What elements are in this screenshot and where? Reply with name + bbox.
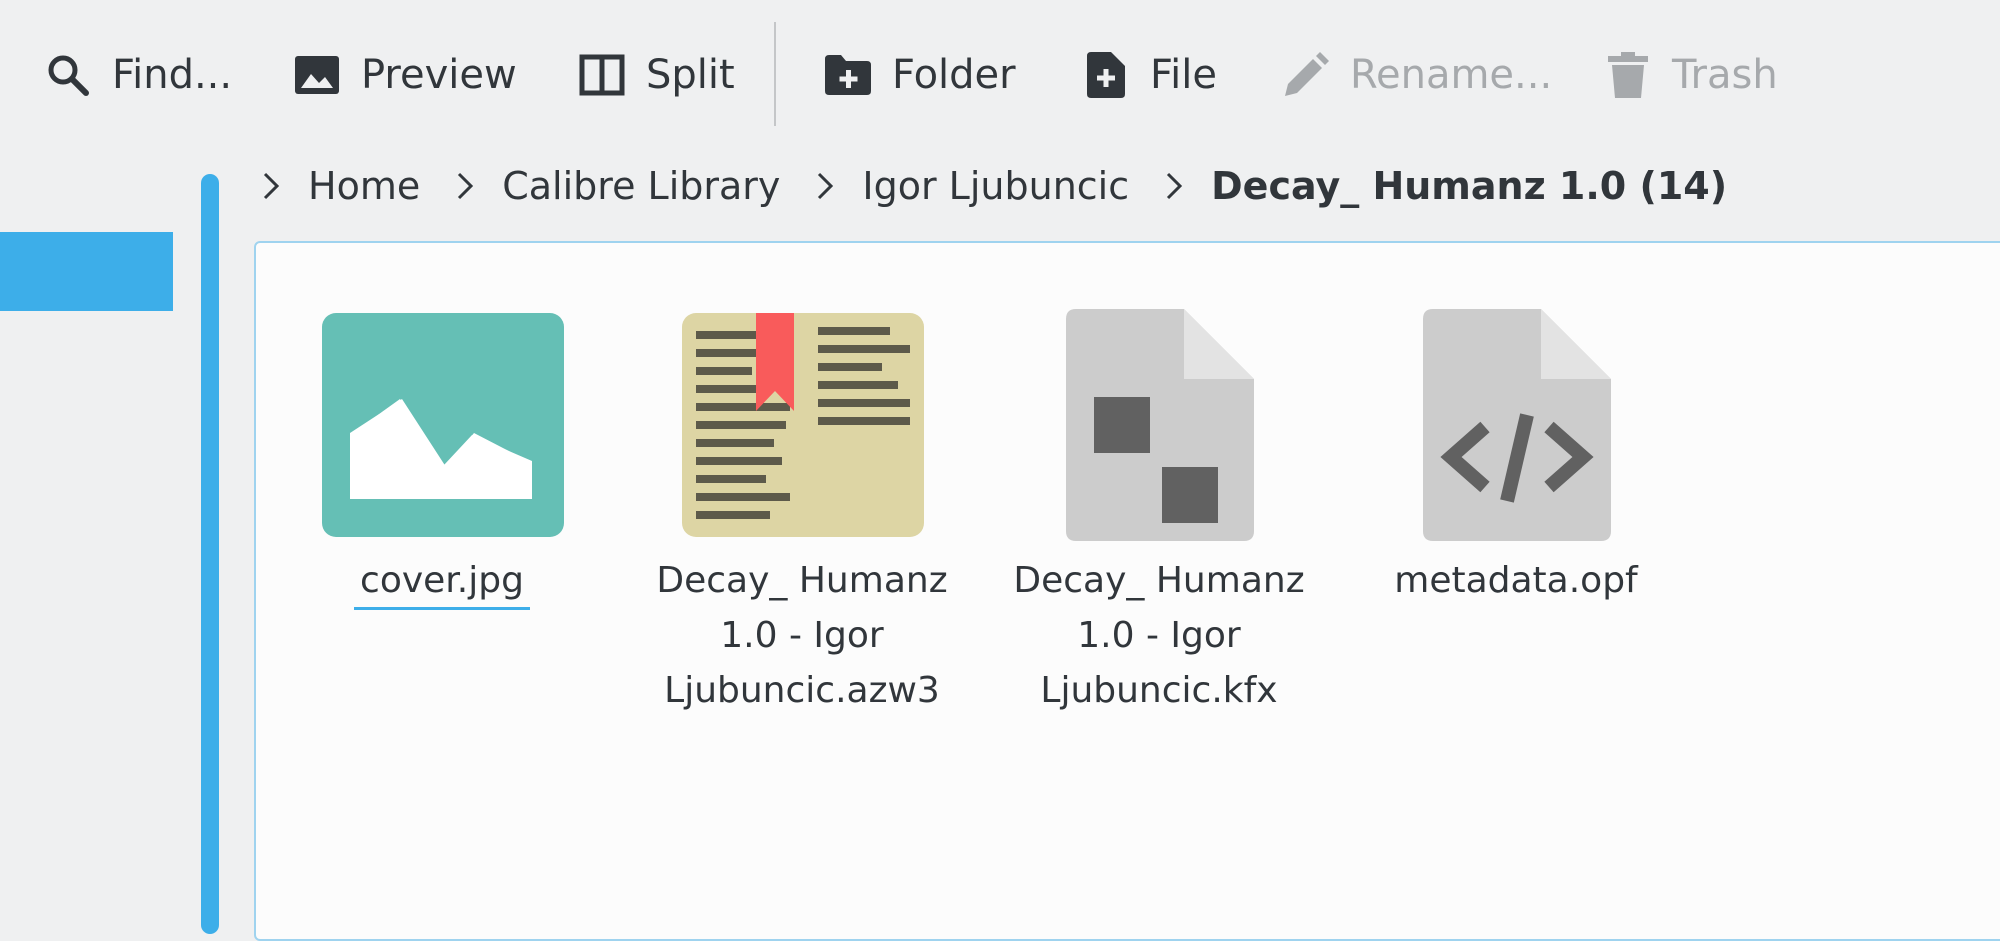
file-name: metadata.opf [1394,560,1638,601]
file-item[interactable]: metadata.opf [1356,303,1676,608]
trash-icon [1604,51,1652,99]
find-button-label: Find... [112,52,233,98]
preview-button-label: Preview [361,52,517,98]
file-name: Decay_ Humanz 1.0 - Igor Ljubuncic.azw3 [656,560,948,711]
code-file-icon [1356,303,1676,543]
split-button[interactable]: Split [578,40,735,110]
ebook-file-icon [642,303,962,543]
new-file-button-label: File [1150,52,1217,98]
split-button-label: Split [646,52,735,98]
trash-button[interactable]: Trash [1604,40,1778,110]
chevron-right-icon [262,167,284,205]
chevron-right-icon [1165,167,1187,205]
new-file-icon [1082,51,1130,99]
generic-file-icon [999,303,1319,543]
file-view[interactable]: cover.jpg Decay_ Humanz 1.0 - Igor Ljubu… [254,241,2000,941]
toolbar: Find... Preview Split Folder File Rename… [0,0,2000,150]
breadcrumb-item-current[interactable]: Decay_ Humanz 1.0 (14) [1211,164,1727,208]
preview-button[interactable]: Preview [293,40,517,110]
breadcrumb-item-home[interactable]: Home [308,164,420,208]
chevron-right-icon [816,167,838,205]
trash-button-label: Trash [1672,52,1778,98]
chevron-right-icon [456,167,478,205]
file-item[interactable]: Decay_ Humanz 1.0 - Igor Ljubuncic.kfx [999,303,1319,718]
new-file-button[interactable]: File [1082,40,1217,110]
image-file-icon [282,303,602,543]
search-icon [44,51,92,99]
panel-splitter[interactable] [201,174,219,934]
find-button[interactable]: Find... [44,40,232,110]
image-icon [293,51,341,99]
pencil-icon [1282,51,1330,99]
sidebar-selected-item[interactable] [0,232,173,311]
file-name: cover.jpg [354,560,530,610]
new-folder-button[interactable]: Folder [824,40,1016,110]
toolbar-separator [774,22,776,126]
split-view-icon [578,51,626,99]
new-folder-button-label: Folder [892,52,1016,98]
rename-button-label: Rename... [1350,52,1553,98]
file-name: Decay_ Humanz 1.0 - Igor Ljubuncic.kfx [1013,560,1305,711]
new-folder-icon [824,51,872,99]
breadcrumb-item-calibre-library[interactable]: Calibre Library [502,164,780,208]
breadcrumb-item-author[interactable]: Igor Ljubuncic [862,164,1129,208]
file-item[interactable]: cover.jpg [282,303,602,610]
file-item[interactable]: Decay_ Humanz 1.0 - Igor Ljubuncic.azw3 [642,303,962,718]
breadcrumb: Home Calibre Library Igor Ljubuncic Deca… [262,156,1763,216]
rename-button[interactable]: Rename... [1282,40,1552,110]
